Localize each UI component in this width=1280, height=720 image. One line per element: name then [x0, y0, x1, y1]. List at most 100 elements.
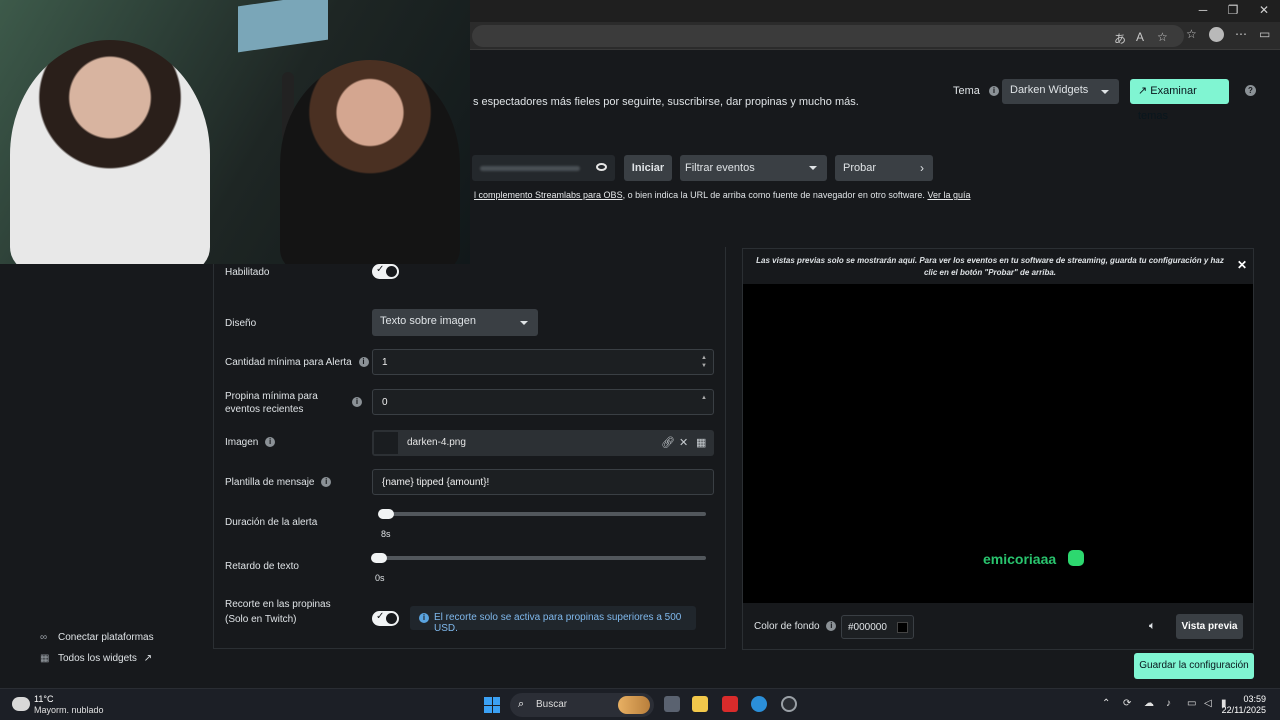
color-swatch[interactable] [897, 622, 908, 633]
favorite-star-icon[interactable]: ☆ [1157, 30, 1168, 44]
widget-url-hidden [480, 166, 580, 171]
link-icon[interactable]: 🔗︎ [661, 436, 675, 449]
imagen-field[interactable]: darken-4.png 🔗︎ ✕ ▦ [372, 430, 714, 456]
widget-url-field[interactable] [472, 155, 615, 181]
external-link-icon: ↗ [1138, 85, 1148, 97]
bg-info-icon[interactable]: i [826, 621, 837, 632]
alert-username: emicoriaaa [983, 551, 1057, 567]
cantidad-info-icon[interactable]: i [358, 357, 369, 368]
obs-instructions-text: , o bien indica la URL de arriba como fu… [622, 190, 925, 200]
diseno-select-value: Texto sobre imagen [380, 315, 476, 327]
tema-select[interactable]: Darken Widgets [1002, 79, 1119, 104]
retardo-slider-thumb[interactable] [371, 553, 387, 563]
tema-label: Tema i [953, 85, 999, 97]
imagen-label: Imagen i [225, 436, 276, 449]
read-aloud-icon[interactable]: A [1136, 30, 1144, 44]
webcam-background-screen [238, 0, 328, 53]
office-app-icon[interactable] [722, 696, 738, 712]
diseno-select[interactable]: Texto sobre imagen [372, 309, 538, 336]
close-window-button[interactable]: ✕ [1249, 3, 1279, 17]
plantilla-input[interactable]: {name} tipped {amount}! [372, 469, 714, 495]
examinar-temas-button[interactable]: ↗ Examinar temas [1130, 79, 1229, 122]
external-link-icon: ↗ [143, 653, 153, 664]
windows-start-icon[interactable] [484, 697, 500, 713]
vista-previa-button[interactable]: Vista previa [1176, 614, 1243, 639]
conectar-plataformas-link[interactable]: ∞ Conectar plataformas [40, 632, 154, 643]
obs-plugin-link[interactable]: l complemento Streamlabs para OBS [474, 190, 623, 200]
retardo-slider-track[interactable] [372, 556, 706, 560]
file-explorer-icon[interactable] [692, 696, 708, 712]
habilitado-toggle[interactable]: ✓ [372, 264, 399, 279]
toggle-knob [386, 266, 397, 277]
weather-description: Mayorm. nublado [34, 705, 104, 715]
obs-instructions: l complemento Streamlabs para OBS, o bie… [474, 190, 970, 200]
todos-widgets-link[interactable]: ▦ Todos los widgets ↗ [40, 653, 152, 664]
toggle-knob [386, 613, 397, 624]
network-icon[interactable]: ▭ [1187, 698, 1196, 709]
sidebar-toggle-icon[interactable]: ▭ [1259, 27, 1270, 41]
plantilla-info-icon[interactable]: i [321, 477, 332, 488]
tema-label-text: Tema [953, 85, 980, 97]
volume-icon[interactable]: 🔈︎ [1149, 620, 1156, 633]
favorites-icon[interactable]: ☆ [1186, 27, 1197, 41]
search-icon: ⌕ [518, 698, 525, 710]
stepper-arrows-icon[interactable]: ▲ ▼ [701, 354, 707, 370]
cantidad-minima-label: Cantidad mínima para Alerta i [225, 356, 369, 369]
chevron-down-icon [809, 166, 817, 170]
link-icon: ∞ [40, 632, 48, 643]
chevron-right-icon: › [920, 161, 924, 175]
edge-browser-icon[interactable] [751, 696, 767, 712]
streamlabs-app-icon[interactable] [781, 696, 797, 712]
help-icon[interactable]: ? [1245, 85, 1256, 96]
filtrar-eventos-select[interactable]: Filtrar eventos [680, 155, 827, 181]
tema-select-value: Darken Widgets [1010, 84, 1089, 96]
preview-panel: Las vistas previas solo se mostrarán aqu… [742, 248, 1254, 650]
guide-link[interactable]: Ver la guía [927, 190, 970, 200]
cantidad-minima-input[interactable]: 1 ▲ ▼ [372, 349, 714, 375]
grid-icon: ▦ [40, 653, 50, 664]
more-menu-icon[interactable]: ⋯ [1235, 27, 1247, 41]
probar-button[interactable]: Probar › [835, 155, 933, 181]
duracion-value: 8s [381, 529, 391, 539]
weather-cloud-icon[interactable] [12, 697, 30, 711]
retardo-value: 0s [375, 573, 385, 583]
translate-icon[interactable]: あ [1114, 30, 1126, 47]
gallery-grid-icon[interactable]: ▦ [696, 436, 706, 449]
preview-canvas: emicoriaaa [743, 284, 1253, 603]
microphone-icon[interactable]: ♪ [1166, 698, 1171, 709]
url-box[interactable]: あ A ☆ [472, 25, 1184, 47]
taskbar: 11°C Mayorm. nublado ⌕ Buscar ⌃ ⟳ ☁ ♪ ▭ … [0, 688, 1280, 720]
propina-minima-input[interactable]: 0 ▲ [372, 389, 714, 415]
recorte-toggle[interactable]: ✓ [372, 611, 399, 626]
clock-date: 22/11/2025 [1221, 705, 1266, 715]
restore-button[interactable]: ❐ [1218, 3, 1248, 17]
save-button[interactable]: Guardar la configuración [1134, 653, 1254, 679]
tray-sync-icon[interactable]: ⟳ [1123, 698, 1131, 709]
onedrive-cloud-icon[interactable]: ☁ [1144, 698, 1154, 709]
diseno-label: Diseño [225, 318, 257, 329]
image-thumbnail [374, 432, 398, 454]
profile-avatar[interactable] [1209, 27, 1224, 42]
retardo-label: Retardo de texto [225, 561, 299, 572]
taskbar-search[interactable]: ⌕ Buscar [510, 693, 654, 717]
close-icon[interactable]: ✕ [1237, 258, 1247, 272]
tema-info-icon[interactable]: i [988, 86, 999, 97]
taskbar-clock[interactable]: 03:59 22/11/2025 [1222, 694, 1266, 716]
tray-chevron-up-icon[interactable]: ⌃ [1102, 698, 1110, 709]
task-view-icon[interactable] [664, 696, 680, 712]
cantidad-minima-text: Cantidad mínima para Alerta [225, 357, 352, 368]
imagen-info-icon[interactable]: i [265, 437, 276, 448]
duracion-slider-track[interactable] [379, 512, 706, 516]
speaker-icon[interactable]: ◁ [1204, 698, 1212, 709]
bg-color-input[interactable]: #000000 [841, 615, 914, 639]
check-icon: ✓ [376, 264, 385, 275]
eye-icon[interactable] [596, 163, 607, 171]
todos-label: Todos los widgets [58, 653, 137, 664]
minimize-button[interactable]: ─ [1188, 3, 1218, 17]
duracion-slider-thumb[interactable] [378, 509, 394, 519]
probar-label: Probar [843, 162, 877, 174]
stepper-arrows-icon[interactable]: ▲ [701, 394, 707, 402]
remove-icon[interactable]: ✕ [679, 436, 688, 449]
iniciar-button[interactable]: Iniciar [624, 155, 672, 181]
propina-info-icon[interactable]: i [352, 397, 362, 407]
